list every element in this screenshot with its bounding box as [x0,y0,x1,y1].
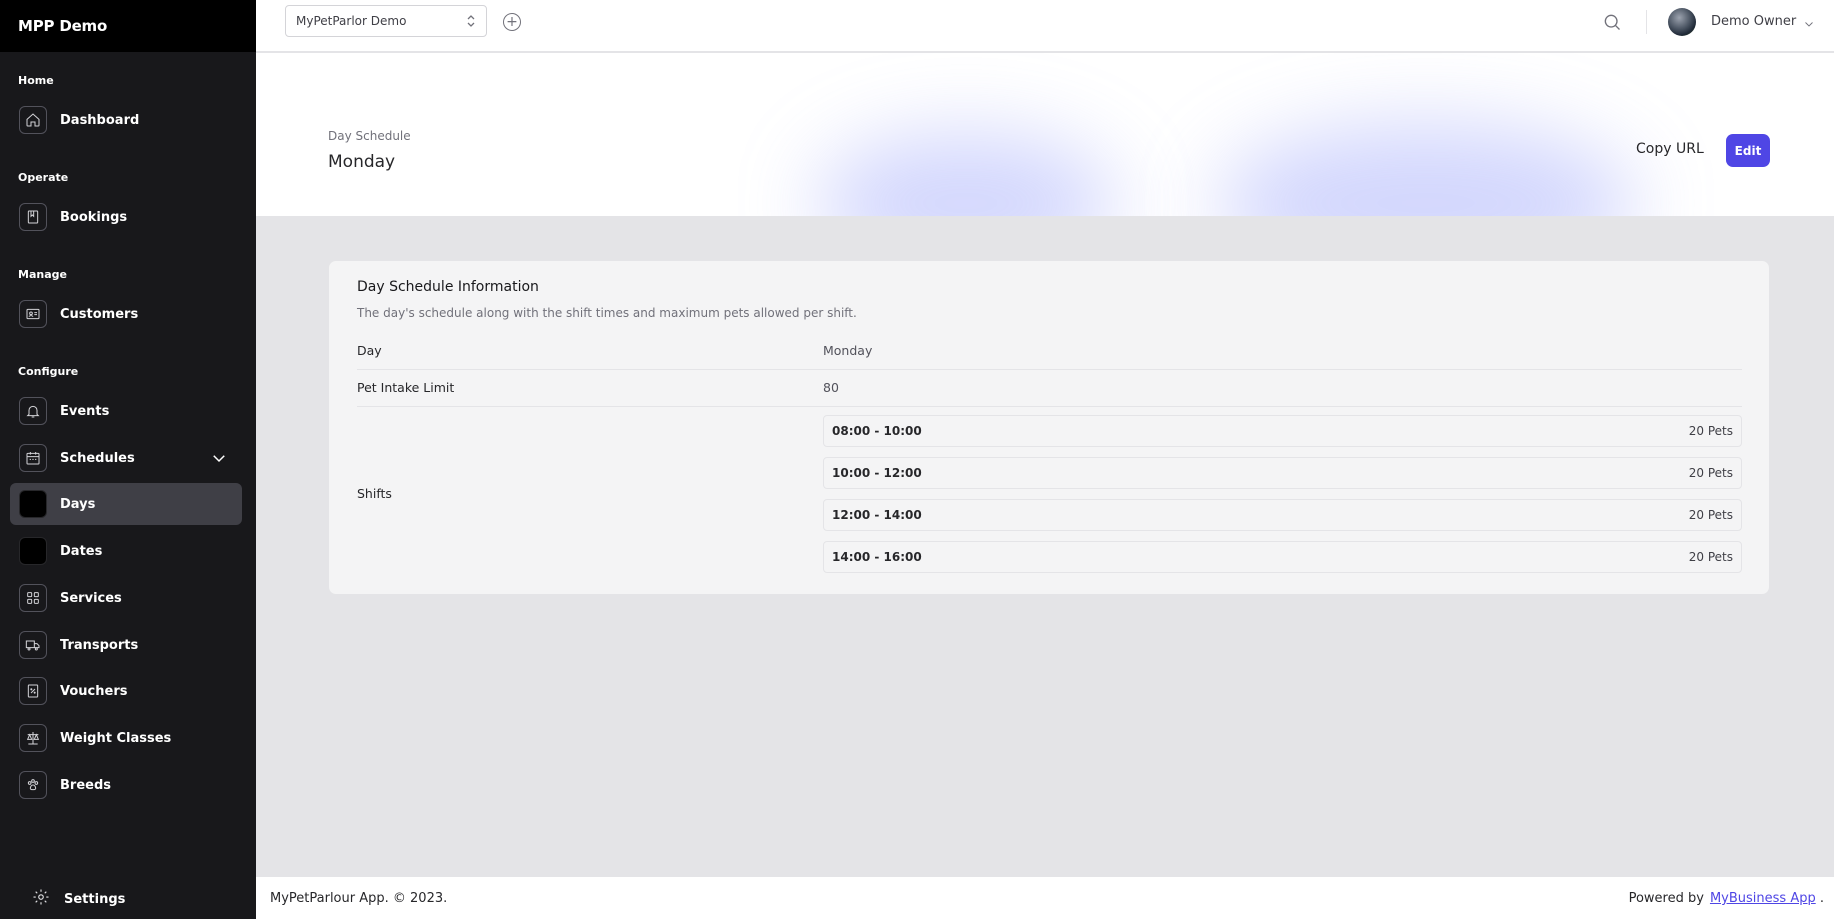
gear-icon [32,888,50,910]
footer: MyPetParlour App. © 2023. Powered by MyBu… [256,877,1834,919]
section-label-operate: Operate [18,171,69,184]
row-label: Shifts [357,486,392,501]
square-icon [19,537,47,565]
sidebar-item-label: Vouchers [60,683,128,699]
shift-pets: 20 Pets [1688,466,1733,480]
copy-url-button[interactable]: Copy URL [1636,141,1704,157]
sidebar-item-label: Days [60,496,96,512]
sidebar-item-customers[interactable]: Customers [10,293,242,335]
sidebar-item-label: Schedules [60,450,135,466]
section-label-manage: Manage [18,268,67,281]
id-card-icon [19,300,47,328]
discount-icon [19,677,47,705]
shift-time: 10:00 - 12:00 [832,466,922,480]
breadcrumb[interactable]: Day Schedule [328,129,411,143]
chevron-down-icon[interactable] [1803,15,1815,27]
shift-item: 12:00 - 14:00 20 Pets [823,499,1742,531]
shift-pets: 20 Pets [1688,550,1733,564]
sidebar-item-label: Transports [60,637,139,653]
shift-pets: 20 Pets [1688,424,1733,438]
shift-pets: 20 Pets [1688,508,1733,522]
footer-trail: . [1819,891,1824,906]
square-icon [19,490,47,518]
user-menu-name[interactable]: Demo Owner [1711,14,1796,29]
decorative-glow [1216,123,1636,216]
edit-button[interactable]: Edit [1726,134,1770,167]
sidebar-item-label: Weight Classes [60,730,172,746]
divider [1646,10,1647,34]
avatar[interactable] [1668,8,1696,36]
row-value: 80 [823,380,839,395]
footer-copyright: MyPetParlour App. © 2023. [270,891,448,906]
section-label-home: Home [18,74,54,87]
sidebar-item-label: Bookings [60,209,128,225]
sidebar-item-services[interactable]: Services [10,577,242,619]
shift-item: 08:00 - 10:00 20 Pets [823,415,1742,447]
row-label: Day [357,343,382,358]
sidebar-item-settings[interactable]: Settings [18,888,125,910]
top-bar: MyPetParlor Demo + Demo Owner [256,0,1834,52]
search-icon[interactable] [1602,12,1622,32]
sidebar: MPP Demo Home Dashboard Operate Bookings… [0,0,256,919]
brand-title[interactable]: MPP Demo [0,0,256,52]
powered-by-text: Powered by [1628,891,1704,906]
book-icon [19,203,47,231]
sidebar-item-label: Events [60,403,110,419]
sidebar-item-label: Dates [60,543,103,559]
sidebar-item-schedules[interactable]: Schedules [10,437,242,479]
shift-item: 10:00 - 12:00 20 Pets [823,457,1742,489]
grid-icon [19,584,47,612]
mybusiness-link[interactable]: MyBusiness App [1710,891,1816,906]
bell-icon [19,397,47,425]
sidebar-item-label: Customers [60,306,139,322]
truck-icon [19,631,47,659]
sidebar-item-label: Settings [64,891,126,907]
page-title: Monday [328,152,396,172]
sidebar-item-bookings[interactable]: Bookings [10,196,242,238]
shift-time: 08:00 - 10:00 [832,424,922,438]
section-label-configure: Configure [18,365,79,378]
tenant-select-value: MyPetParlor Demo [296,14,407,28]
sidebar-item-label: Breeds [60,777,111,793]
row-label: Pet Intake Limit [357,380,455,395]
page-header: Day Schedule Monday Copy URL Edit [256,53,1834,216]
shift-item: 14:00 - 16:00 20 Pets [823,541,1742,573]
home-icon [19,106,47,134]
sidebar-item-weight-classes[interactable]: Weight Classes [10,717,242,759]
sidebar-item-breeds[interactable]: Breeds [10,764,242,806]
plus-icon: + [506,14,518,30]
chevron-updown-icon [467,15,475,27]
card-title: Day Schedule Information [357,279,539,295]
shift-time: 12:00 - 14:00 [832,508,922,522]
chevron-down-icon[interactable] [210,449,228,467]
row-value: Monday [823,343,873,358]
sidebar-item-label: Dashboard [60,112,140,128]
card-subtitle: The day's schedule along with the shift … [357,306,857,320]
sidebar-item-days[interactable]: Days [10,483,242,525]
decorative-glow [816,133,1116,216]
divider [357,406,1742,407]
sidebar-item-dates[interactable]: Dates [10,530,242,572]
scale-icon [19,724,47,752]
shift-time: 14:00 - 16:00 [832,550,922,564]
add-tenant-button[interactable]: + [503,13,521,31]
sidebar-item-vouchers[interactable]: Vouchers [10,670,242,712]
day-schedule-card: Day Schedule Information The day's sched… [328,260,1770,595]
footer-powered-by: Powered by MyBusiness App . [1629,891,1824,906]
calendar-icon [19,444,47,472]
divider [357,369,1742,370]
sidebar-item-label: Services [60,590,122,606]
paw-icon [19,771,47,799]
tenant-select[interactable]: MyPetParlor Demo [285,5,487,37]
sidebar-item-dashboard[interactable]: Dashboard [10,99,242,141]
sidebar-item-transports[interactable]: Transports [10,624,242,666]
sidebar-item-events[interactable]: Events [10,390,242,432]
